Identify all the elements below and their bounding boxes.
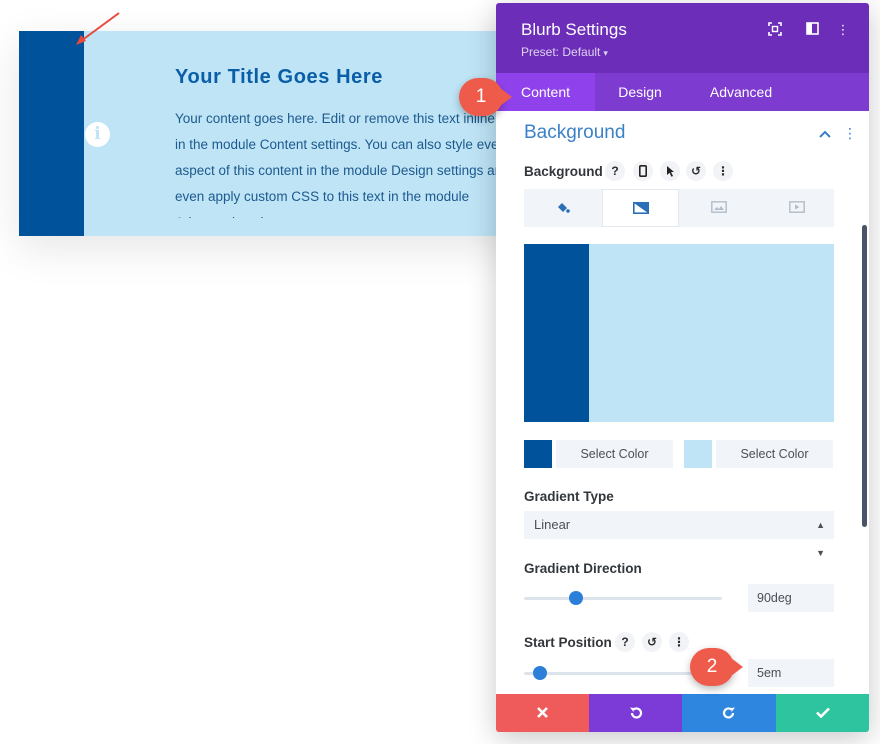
panel-header: Blurb Settings Preset: Default ▾ ⋮ [496,3,869,73]
more-icon[interactable]: ⋮ [843,125,857,142]
caret-down-icon: ▾ [603,48,608,58]
tab-design[interactable]: Design [595,73,685,111]
annotation-badge-2: 2 [690,648,734,686]
more-icon[interactable]: ⋮ [713,161,733,181]
annotation-pointer-2 [731,658,743,676]
tab-advanced[interactable]: Advanced [685,73,797,111]
start-position-input[interactable]: 5em [748,659,834,687]
help-icon[interactable]: ? [605,161,625,181]
image-icon[interactable] [680,189,757,227]
background-label: Background [524,164,603,179]
expand-icon[interactable] [767,22,783,38]
blurb-title[interactable]: Your Title Goes Here [175,66,383,89]
redo-button[interactable] [682,694,776,732]
help-icon[interactable]: ? [615,632,635,652]
gradient-preview [524,244,834,422]
start-position-label: Start Position [524,635,612,650]
annotation-pointer-1 [500,88,512,106]
panel-footer [496,694,869,732]
blurb-settings-panel: Blurb Settings Preset: Default ▾ ⋮ Conten… [496,3,869,732]
gradient-direction-slider[interactable] [524,597,722,600]
section-title[interactable]: Background [524,122,625,144]
paint-bucket-icon[interactable] [524,189,601,227]
panel-title: Blurb Settings [521,20,627,39]
select-color-1-button[interactable]: Select Color [556,440,673,468]
split-view-icon[interactable] [804,22,820,38]
gradient-icon[interactable] [602,189,679,227]
gradient-preview-stripe [524,244,589,422]
panel-tabs: Content Design Advanced [496,73,869,111]
undo-button[interactable] [589,694,682,732]
reset-icon[interactable]: ↺ [686,161,706,181]
select-arrows-icon: ▲ ▼ [816,520,825,558]
annotation-badge-1: 1 [459,78,503,116]
select-color-2-button[interactable]: Select Color [716,440,833,468]
chevron-up-icon[interactable] [819,125,831,141]
preset-label: Preset: Default [521,45,601,59]
settings-scroll-area: Background ⋮ Background ? ↺ ⋮ Select Col… [496,111,869,694]
gradient-direction-slider-handle[interactable] [569,591,583,605]
cancel-button[interactable] [496,694,589,732]
color-stop-2-swatch[interactable] [684,440,712,468]
blurb-body-text[interactable]: Your content goes here. Edit or remove t… [175,106,515,218]
cursor-icon[interactable] [660,161,680,181]
start-position-slider-handle[interactable] [533,666,547,680]
blurb-module-preview[interactable]: i Your Title Goes Here Your content goes… [19,31,539,236]
background-type-tabs [524,189,834,227]
annotation-arrow-icon [76,12,120,45]
panel-scrollbar[interactable] [862,225,867,527]
gradient-direction-label: Gradient Direction [524,561,642,576]
more-icon[interactable]: ⋮ [669,632,689,652]
gradient-type-select[interactable]: Linear ▲ ▼ [524,511,834,558]
blurb-gradient-stripe [19,31,84,236]
save-button[interactable] [776,694,869,732]
info-icon: i [85,122,110,147]
reset-icon[interactable]: ↺ [642,632,662,652]
more-icon[interactable]: ⋮ [835,22,851,38]
color-stop-1-swatch[interactable] [524,440,552,468]
gradient-type-value: Linear [534,517,571,532]
gradient-type-label: Gradient Type [524,489,614,504]
preset-dropdown[interactable]: Preset: Default ▾ [521,45,608,59]
gradient-direction-input[interactable]: 90deg [748,584,834,612]
video-icon[interactable] [758,189,835,227]
mobile-icon[interactable] [633,161,653,181]
